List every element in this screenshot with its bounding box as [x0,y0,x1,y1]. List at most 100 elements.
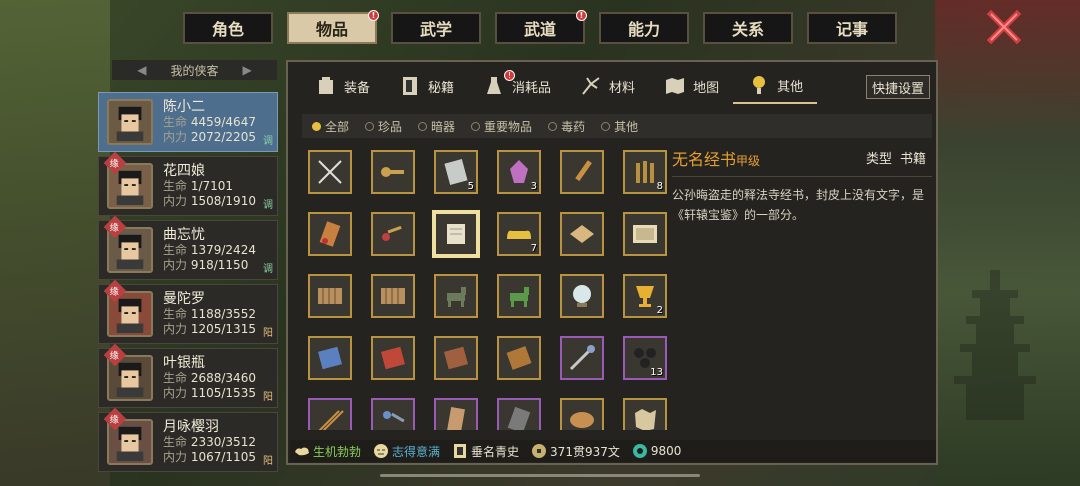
hp-value: 1188/3552 [190,306,256,321]
wood-plaque-icon [506,346,532,370]
quick-settings-button[interactable]: 快捷设置 [866,75,930,99]
top-tab-2[interactable]: 武学 [391,12,481,44]
red-key-icon [382,225,402,241]
item-slot[interactable] [623,212,667,256]
roster-prev-icon[interactable]: ◀ [137,63,146,77]
filter-option[interactable]: 暗器 [418,118,455,135]
item-slot[interactable]: 7 [497,212,541,256]
item-count: 7 [530,243,537,254]
item-slot[interactable] [308,336,352,380]
item-slot[interactable] [497,398,541,430]
top-tab-4[interactable]: 能力 [599,12,689,44]
money-text: 371贯937文 [550,444,620,459]
scroll-indicator[interactable] [380,474,700,477]
item-slot[interactable] [560,336,604,380]
item-count: 8 [656,181,663,192]
item-slot[interactable]: 2 [623,274,667,318]
item-slot[interactable] [308,212,352,256]
hero-card[interactable]: 月咏樱羽 生命 2330/3512 内力 1067/1105 阳 缘 [98,407,278,472]
filter-option[interactable]: 珍品 [365,118,402,135]
item-slot[interactable] [371,398,415,430]
top-tab-1[interactable]: 物品! [287,10,379,44]
top-tab-0[interactable]: 角色 [183,12,273,44]
hp-label: 生命 [163,306,188,321]
letter-icon [447,406,465,430]
close-icon[interactable] [985,8,1023,46]
bamboo-scroll-icon [381,288,405,304]
crossed-needles-icon [318,160,342,184]
category-tab-3[interactable]: 材料 [565,68,649,104]
filter-option[interactable]: 全部 [312,118,349,135]
hero-card[interactable]: 陈小二 生命 4459/4647 内力 2072/2205 调 [98,92,278,152]
roster-title: 我的侠客 [170,63,219,78]
roster-next-icon[interactable]: ▶ [243,63,252,77]
item-slot[interactable] [560,150,604,194]
hero-info: 月咏樱羽 生命 2330/3512 内力 1067/1105 [163,419,277,465]
item-slot[interactable] [371,274,415,318]
item-slot[interactable] [497,336,541,380]
item-slot[interactable] [434,274,478,318]
item-slot[interactable] [560,212,604,256]
hero-info: 陈小二 生命 4459/4647 内力 2072/2205 [163,99,277,145]
hero-card[interactable]: 叶银瓶 生命 2688/3460 内力 1105/1535 阳 缘 [98,343,278,408]
potion-icon [487,77,502,94]
top-tab-3[interactable]: 武道! [495,10,587,44]
hero-card[interactable]: 曼陀罗 生命 1188/3552 内力 1205/1315 阳 缘 [98,279,278,344]
category-tab-1[interactable]: 秘籍 [384,68,468,104]
item-slot[interactable] [623,398,667,430]
filter-option[interactable]: 重要物品 [471,118,532,135]
item-slot[interactable] [371,150,415,194]
book-icon [403,77,418,95]
hero-card[interactable]: 花四娘 生命 1/7101 内力 1508/1910 调 缘 [98,151,278,216]
key-icon [381,167,404,177]
item-slot[interactable]: 5 [434,150,478,194]
scroll-book-icon [447,224,465,244]
item-slot[interactable] [497,274,541,318]
bamboo-bundle-icon [636,161,654,183]
item-slot[interactable]: 8 [623,150,667,194]
item-slot[interactable] [371,336,415,380]
category-tab-2[interactable]: 消耗品! [468,68,565,104]
top-tab-label: 关系 [731,20,764,39]
item-slot[interactable] [308,274,352,318]
item-slot[interactable] [434,336,478,380]
item-slot[interactable] [434,398,478,430]
filter-label: 珍品 [378,119,403,134]
notification-badge: ! [504,70,516,81]
hero-name: 叶银瓶 [163,354,205,371]
category-tab-5[interactable]: 其他 [733,68,818,104]
item-slot[interactable] [434,212,478,256]
mp-value: 1205/1315 [190,321,256,336]
notification-badge: ! [576,10,587,21]
hero-info: 曲忘忧 生命 1379/2424 内力 918/1150 [163,227,277,273]
item-slot[interactable]: 3 [497,150,541,194]
item-slot[interactable] [560,398,604,430]
category-tab-0[interactable]: 装备 [300,68,384,104]
item-slot[interactable] [560,274,604,318]
item-slot[interactable] [371,212,415,256]
item-count: 5 [467,181,474,192]
filter-option[interactable]: 毒药 [548,118,585,135]
top-tab-label: 能力 [627,20,660,39]
bond-label: 缘 [110,159,120,170]
face-icon [374,444,389,458]
hp-value: 4459/4647 [190,114,256,129]
category-tab-label: 其他 [777,79,804,95]
filter-option[interactable]: 其他 [601,118,638,135]
hero-card[interactable]: 曲忘忧 生命 1379/2424 内力 918/1150 调 缘 [98,215,278,280]
category-tab-4[interactable]: 地图 [649,68,733,104]
top-tab-label: 角色 [211,20,244,39]
radio-icon [365,121,375,131]
item-slot[interactable] [308,398,352,430]
pouch-icon [319,221,341,247]
background-left [0,0,110,486]
hp-label: 生命 [163,114,188,129]
top-tab-5[interactable]: 关系 [703,12,793,44]
top-tab-6[interactable]: 记事 [807,12,897,44]
armor-icon [319,77,333,94]
filter-label: 暗器 [431,119,456,134]
item-slot[interactable] [308,150,352,194]
arrows-icon [318,410,344,430]
blue-book-icon [318,346,342,370]
item-slot[interactable]: 13 [623,336,667,380]
